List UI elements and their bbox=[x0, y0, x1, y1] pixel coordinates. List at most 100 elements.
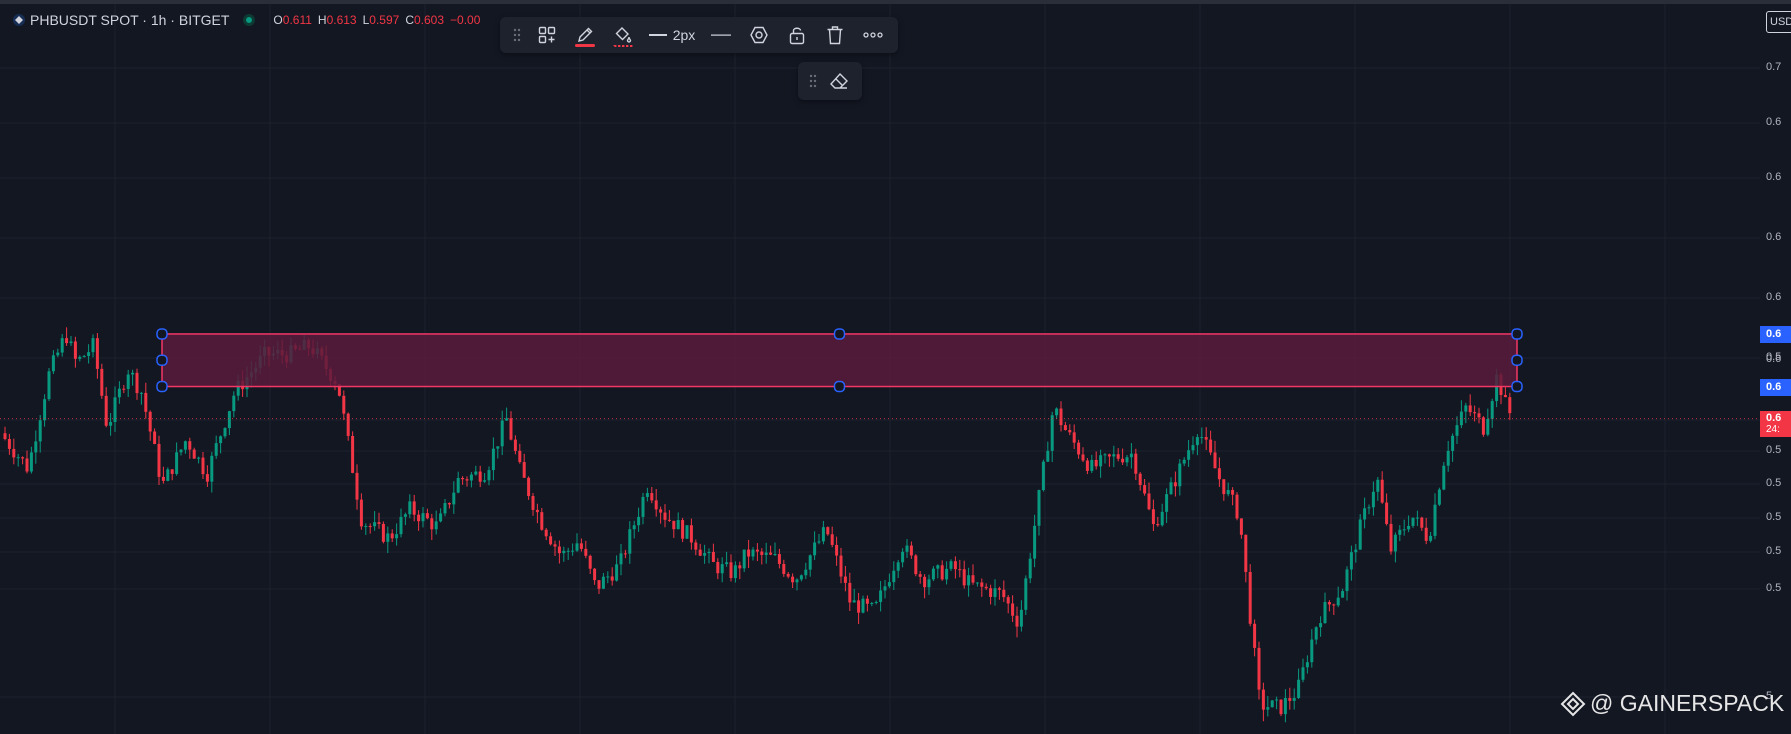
candle-body bbox=[34, 441, 38, 453]
candle-body bbox=[795, 579, 799, 583]
chart-pane[interactable] bbox=[0, 4, 1760, 734]
candle-body bbox=[962, 569, 966, 586]
candle-body bbox=[623, 553, 627, 555]
candle-body bbox=[681, 520, 685, 539]
candle-body bbox=[1103, 454, 1107, 456]
rectangle-handle[interactable] bbox=[1511, 380, 1523, 393]
candle-body bbox=[945, 568, 949, 580]
price-axis[interactable]: 0.70.60.60.60.60.50.50.50.50.50.50.550.6… bbox=[1760, 4, 1791, 734]
candlestick-chart[interactable] bbox=[0, 4, 1760, 734]
candle-body bbox=[685, 525, 689, 539]
rectangle-handle[interactable] bbox=[833, 328, 846, 340]
candle-body bbox=[980, 582, 984, 587]
trash-icon[interactable] bbox=[816, 17, 854, 53]
unlock-icon[interactable] bbox=[778, 17, 816, 53]
candle-body bbox=[100, 368, 104, 396]
candle-body bbox=[918, 574, 922, 577]
candle-body bbox=[1433, 504, 1437, 536]
drag-handle-icon[interactable] bbox=[802, 63, 824, 99]
candle-body bbox=[1345, 569, 1349, 592]
candle-body bbox=[1112, 454, 1116, 457]
candle-body bbox=[1367, 507, 1371, 509]
currency-button[interactable]: USD bbox=[1766, 11, 1791, 33]
candle-body bbox=[1323, 602, 1327, 624]
hexagon-settings-icon[interactable] bbox=[740, 17, 778, 53]
candle-body bbox=[3, 433, 7, 440]
candle-body bbox=[879, 590, 883, 603]
candle-body bbox=[852, 600, 856, 603]
candle-body bbox=[997, 588, 1001, 590]
low-label: L bbox=[362, 13, 370, 27]
candle-body bbox=[1358, 519, 1362, 550]
candle-body bbox=[760, 551, 764, 555]
line-width-button[interactable]: 2px bbox=[642, 17, 702, 53]
candle-body bbox=[1385, 502, 1389, 524]
candle-body bbox=[909, 545, 913, 556]
candle-body bbox=[399, 516, 403, 535]
pencil-color-button[interactable] bbox=[566, 17, 604, 53]
candle-body bbox=[65, 338, 69, 344]
candle-body bbox=[1178, 463, 1182, 487]
candle-body bbox=[104, 395, 108, 426]
candle-body bbox=[78, 356, 82, 359]
candle-body bbox=[1332, 604, 1336, 606]
candle-body bbox=[179, 449, 183, 453]
candle-body bbox=[1301, 667, 1305, 680]
symbol-title[interactable]: PHBUSDT SPOT · 1h · BITGET bbox=[30, 12, 229, 28]
rectangle-handle[interactable] bbox=[1511, 354, 1523, 366]
candle-body bbox=[1226, 489, 1230, 495]
candle-body bbox=[381, 523, 385, 542]
candle-body bbox=[1508, 397, 1512, 414]
candle-body bbox=[861, 598, 865, 613]
candle-body bbox=[219, 436, 223, 444]
candle-body bbox=[1028, 558, 1032, 579]
candle-body bbox=[153, 431, 157, 444]
candle-body bbox=[461, 477, 465, 480]
candle-body bbox=[1107, 454, 1111, 457]
candle-body bbox=[483, 480, 487, 482]
candle-body bbox=[478, 471, 482, 482]
candle-body bbox=[1270, 700, 1274, 708]
rectangle-drawing[interactable] bbox=[161, 333, 1518, 388]
candle-body bbox=[232, 395, 236, 412]
templates-icon[interactable] bbox=[528, 17, 566, 53]
candle-body bbox=[1464, 405, 1468, 412]
close-label: C bbox=[405, 13, 414, 27]
candle-body bbox=[29, 452, 33, 472]
candle-body bbox=[641, 496, 645, 517]
candle-body bbox=[817, 541, 821, 543]
eraser-icon[interactable] bbox=[824, 63, 854, 99]
candle-body bbox=[865, 598, 869, 604]
candle-body bbox=[777, 554, 781, 564]
candle-body bbox=[575, 543, 579, 551]
candle-body bbox=[729, 562, 733, 579]
candle-body bbox=[1204, 437, 1208, 440]
candle-body bbox=[197, 457, 201, 459]
candle-body bbox=[953, 561, 957, 570]
candle-body bbox=[830, 534, 834, 545]
candle-body bbox=[60, 338, 64, 353]
candle-body bbox=[870, 603, 874, 605]
candle-body bbox=[720, 564, 724, 574]
drawing-toolbar[interactable]: 2px bbox=[500, 17, 898, 53]
drag-handle-icon[interactable] bbox=[506, 17, 528, 53]
candle-body bbox=[1094, 459, 1098, 467]
candle-body bbox=[188, 441, 192, 450]
fill-color-button[interactable] bbox=[604, 17, 642, 53]
more-icon[interactable] bbox=[854, 17, 892, 53]
rectangle-handle[interactable] bbox=[156, 380, 168, 393]
rectangle-handle[interactable] bbox=[1511, 328, 1523, 340]
candle-body bbox=[1213, 452, 1217, 469]
candle-body bbox=[403, 514, 407, 517]
candle-body bbox=[544, 529, 548, 537]
candle-body bbox=[826, 527, 830, 535]
line-style-icon[interactable] bbox=[702, 17, 740, 53]
rectangle-handle[interactable] bbox=[156, 354, 168, 366]
candle-body bbox=[434, 521, 438, 530]
rectangle-handle[interactable] bbox=[156, 328, 168, 340]
eraser-toolbar[interactable] bbox=[798, 62, 862, 100]
rectangle-handle[interactable] bbox=[833, 380, 846, 393]
candle-body bbox=[1314, 627, 1318, 640]
market-status-icon bbox=[243, 14, 256, 26]
candle-body bbox=[1072, 432, 1076, 443]
